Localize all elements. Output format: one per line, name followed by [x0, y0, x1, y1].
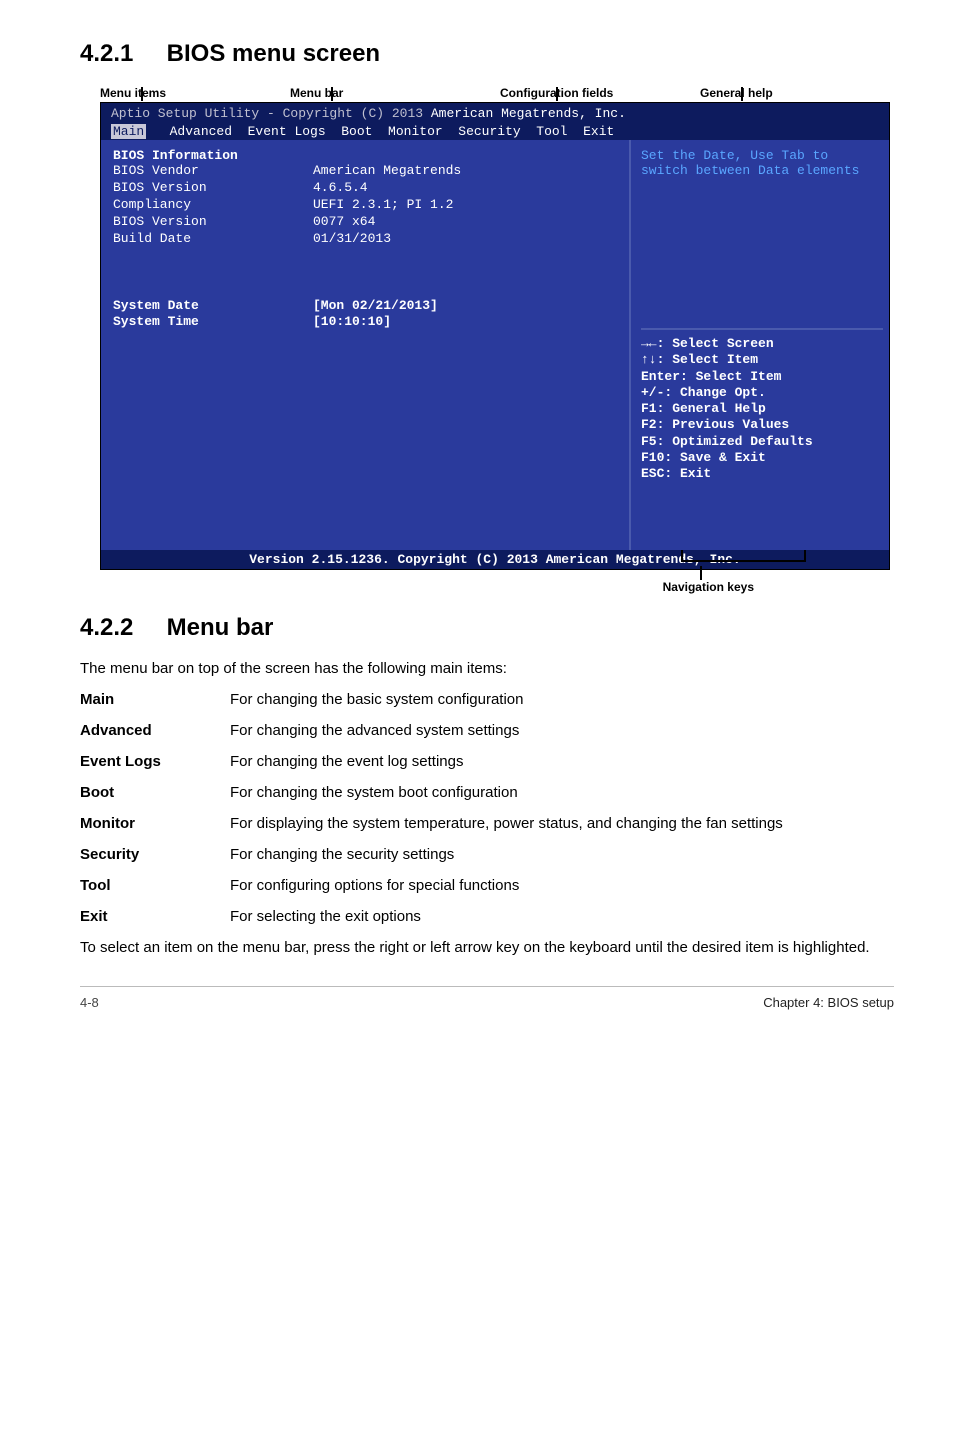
- bios-right-pane: Set the Date, Use Tab to switch between …: [629, 140, 889, 550]
- definition-row: Boot For changing the system boot config…: [80, 784, 894, 801]
- bios-help-text: Set the Date, Use Tab to switch between …: [641, 148, 883, 178]
- bios-row: BIOS Vendor American Megatrends: [113, 163, 617, 180]
- intro-paragraph: The menu bar on top of the screen has th…: [80, 660, 894, 677]
- bios-row: Build Date 01/31/2013: [113, 231, 617, 248]
- definitions-list: Main For changing the basic system confi…: [80, 691, 894, 925]
- bios-title-line: Aptio Setup Utility - Copyright (C) 2013…: [111, 105, 879, 123]
- bios-row: Compliancy UEFI 2.3.1; PI 1.2: [113, 197, 617, 214]
- definition-desc: For changing the basic system configurat…: [230, 691, 894, 708]
- page-number: 4-8: [80, 995, 99, 1010]
- label-general-help: General help: [680, 86, 894, 100]
- definition-term: Main: [80, 691, 230, 708]
- bios-row-value: UEFI 2.3.1; PI 1.2: [313, 197, 453, 214]
- bios-row-value: 4.6.5.4: [313, 180, 368, 197]
- section-title-1: BIOS menu screen: [167, 40, 380, 67]
- definition-desc: For displaying the system temperature, p…: [230, 815, 894, 832]
- definition-desc: For changing the security settings: [230, 846, 894, 863]
- definition-desc: For changing the advanced system setting…: [230, 722, 894, 739]
- section-heading-1: 4.2.1 BIOS menu screen: [80, 40, 894, 68]
- definition-row: Tool For configuring options for special…: [80, 877, 894, 894]
- bios-tabs: Main Advanced Event Logs Boot Monitor Se…: [111, 123, 879, 141]
- bios-body: BIOS Information BIOS Vendor American Me…: [101, 140, 889, 550]
- bios-system-date-label: System Date: [113, 298, 313, 315]
- bios-screenshot: Aptio Setup Utility - Copyright (C) 2013…: [100, 102, 890, 570]
- bios-info-header: BIOS Information: [113, 148, 617, 163]
- section-title-2: Menu bar: [167, 614, 274, 641]
- definition-row: Main For changing the basic system confi…: [80, 691, 894, 708]
- bios-system-time-row[interactable]: System Time [10:10:10]: [113, 314, 617, 331]
- bios-system-time-label: System Time: [113, 314, 313, 331]
- definition-desc: For changing the system boot configurati…: [230, 784, 894, 801]
- bios-system-date-value[interactable]: [Mon 02/21/2013]: [313, 298, 438, 315]
- definition-desc: For changing the event log settings: [230, 753, 894, 770]
- label-config-fields: Configuration fields: [500, 86, 680, 100]
- definition-row: Exit For selecting the exit options: [80, 908, 894, 925]
- bios-row-value: American Megatrends: [313, 163, 461, 180]
- label-menu-bar: Menu bar: [290, 86, 500, 100]
- bios-row-label: Build Date: [113, 231, 313, 248]
- definition-row: Security For changing the security setti…: [80, 846, 894, 863]
- diagram-label-row: Menu items Menu bar Configuration fields…: [80, 86, 894, 100]
- bios-header: Aptio Setup Utility - Copyright (C) 2013…: [101, 103, 889, 140]
- section-number-1: 4.2.1: [80, 40, 160, 68]
- section-number-2: 4.2.2: [80, 614, 160, 642]
- definition-term: Exit: [80, 908, 230, 925]
- section-heading-2: 4.2.2 Menu bar: [80, 614, 894, 642]
- definition-row: Event Logs For changing the event log se…: [80, 753, 894, 770]
- post-paragraph: To select an item on the menu bar, press…: [80, 939, 894, 956]
- chapter-label: Chapter 4: BIOS setup: [763, 995, 894, 1010]
- bios-row-value: 0077 x64: [313, 214, 375, 231]
- bios-row-value: 01/31/2013: [313, 231, 391, 248]
- bios-footer: Version 2.15.1236. Copyright (C) 2013 Am…: [101, 550, 889, 569]
- bios-system-time-value[interactable]: [10:10:10]: [313, 314, 391, 331]
- bios-tabs-rest[interactable]: Advanced Event Logs Boot Monitor Securit…: [146, 124, 614, 139]
- label-navigation-keys: Navigation keys: [80, 580, 754, 594]
- page-footer: 4-8 Chapter 4: BIOS setup: [80, 986, 894, 1010]
- definition-desc: For selecting the exit options: [230, 908, 894, 925]
- bios-left-pane: BIOS Information BIOS Vendor American Me…: [101, 140, 629, 550]
- definition-term: Security: [80, 846, 230, 863]
- bios-nav-help: →←: Select Screen ↑↓: Select Item Enter:…: [641, 328, 883, 482]
- definition-term: Advanced: [80, 722, 230, 739]
- bios-row-label: BIOS Vendor: [113, 163, 313, 180]
- bios-system-date-row[interactable]: System Date [Mon 02/21/2013]: [113, 298, 617, 315]
- bios-row-label: Compliancy: [113, 197, 313, 214]
- label-menu-items: Menu items: [100, 86, 290, 100]
- definition-row: Monitor For displaying the system temper…: [80, 815, 894, 832]
- definition-term: Boot: [80, 784, 230, 801]
- bios-row: BIOS Version 0077 x64: [113, 214, 617, 231]
- definition-row: Advanced For changing the advanced syste…: [80, 722, 894, 739]
- definition-term: Tool: [80, 877, 230, 894]
- bios-row-label: BIOS Version: [113, 180, 313, 197]
- definition-desc: For configuring options for special func…: [230, 877, 894, 894]
- definition-term: Monitor: [80, 815, 230, 832]
- definition-term: Event Logs: [80, 753, 230, 770]
- bios-system-fields: System Date [Mon 02/21/2013] System Time…: [113, 298, 617, 332]
- bios-row-label: BIOS Version: [113, 214, 313, 231]
- bios-tab-main[interactable]: Main: [111, 124, 146, 139]
- bios-row: BIOS Version 4.6.5.4: [113, 180, 617, 197]
